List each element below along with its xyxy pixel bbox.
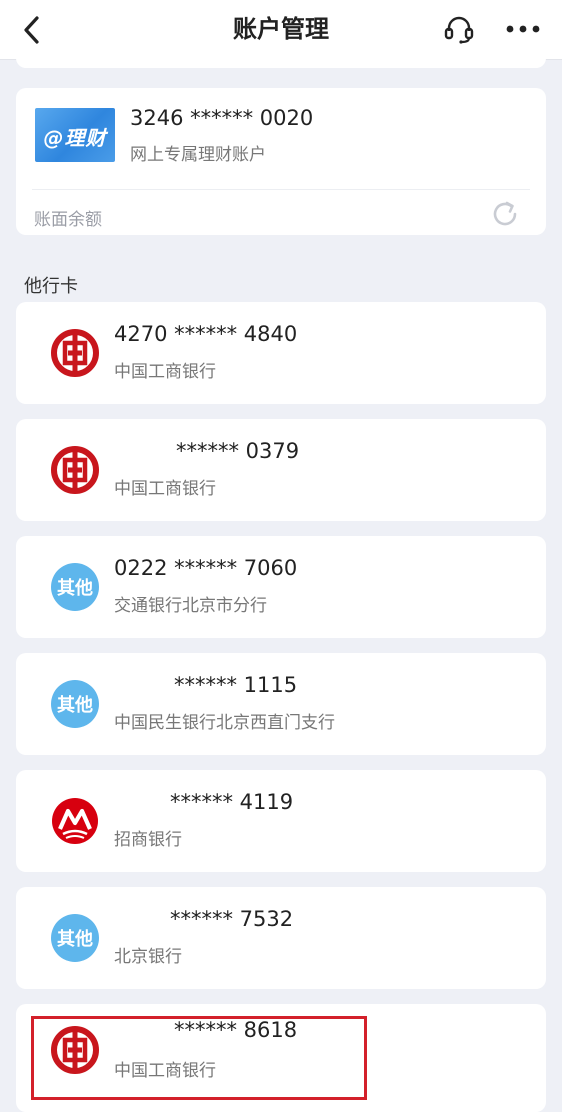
bank-card-item[interactable]: ****** 0379 中国工商银行 (16, 419, 546, 521)
icbc-logo-icon (51, 329, 99, 377)
back-arrow-icon[interactable] (16, 12, 52, 48)
bank-card-item[interactable]: 4270 ****** 4840 中国工商银行 (16, 302, 546, 404)
bank-card-item[interactable]: 其他 ****** 7532 北京银行 (16, 887, 546, 989)
other-bank-icon: 其他 (51, 680, 99, 728)
bank-name: 北京银行 (114, 947, 182, 967)
wealth-account-number: 3246 ****** 0020 (130, 106, 314, 130)
card-number: ****** 0379 (176, 439, 300, 463)
wealth-account-card[interactable]: @理财 3246 ****** 0020 网上专属理财账户 账面余额 (16, 88, 546, 235)
card-number: ****** 8618 (174, 1018, 298, 1042)
card-number: ****** 1115 (174, 673, 298, 697)
bank-name: 中国工商银行 (114, 362, 216, 382)
card-number: ****** 4119 (170, 790, 294, 814)
bank-card-item[interactable]: ****** 4119 招商银行 (16, 770, 546, 872)
bank-card-item[interactable]: ****** 8618 中国工商银行 (16, 1004, 546, 1112)
other-bank-icon: 其他 (51, 914, 99, 962)
bank-name: 中国民生银行北京西直门支行 (114, 713, 335, 733)
cmb-logo-icon (51, 797, 99, 845)
wealth-account-type: 网上专属理财账户 (130, 145, 266, 165)
bank-name: 中国工商银行 (114, 479, 216, 499)
card-number: 0222 ****** 7060 (114, 556, 298, 580)
bank-name: 交通银行北京市分行 (114, 596, 267, 616)
card-number: 4270 ****** 4840 (114, 322, 298, 346)
previous-card-edge (16, 58, 546, 68)
card-number: ****** 7532 (170, 907, 294, 931)
icbc-logo-icon (51, 446, 99, 494)
top-nav-bar: 账户管理 (0, 0, 562, 60)
divider (32, 189, 530, 190)
icbc-logo-icon (51, 1026, 99, 1074)
bank-name: 中国工商银行 (114, 1061, 216, 1081)
bank-name: 招商银行 (114, 830, 182, 850)
customer-service-headset-icon[interactable] (442, 14, 476, 46)
refresh-icon[interactable] (490, 199, 520, 229)
other-bank-icon: 其他 (51, 563, 99, 611)
more-options-icon[interactable] (502, 14, 544, 44)
page-title: 账户管理 (233, 15, 329, 43)
wealth-logo-icon: @理财 (35, 108, 115, 162)
other-bank-cards-section-title: 他行卡 (24, 276, 78, 297)
balance-label: 账面余额 (34, 210, 102, 230)
bank-card-item[interactable]: 其他 0222 ****** 7060 交通银行北京市分行 (16, 536, 546, 638)
bank-card-item[interactable]: 其他 ****** 1115 中国民生银行北京西直门支行 (16, 653, 546, 755)
